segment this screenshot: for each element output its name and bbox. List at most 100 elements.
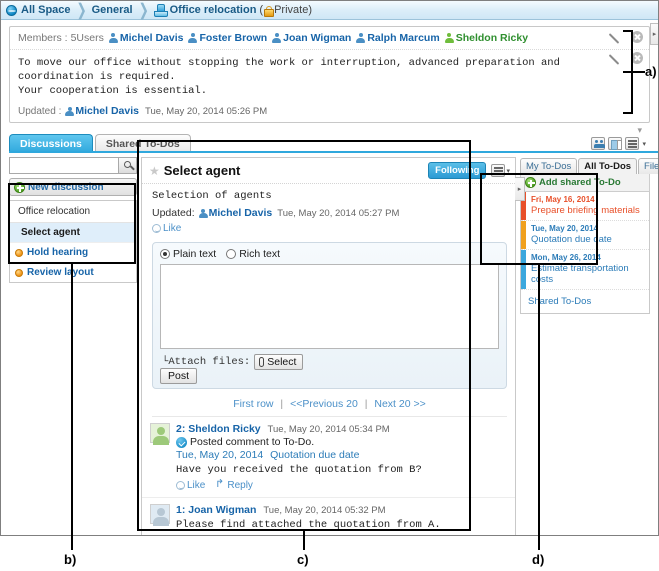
discussion-item-select-agent[interactable]: Select agent <box>10 223 136 243</box>
updated-label: Updated : <box>18 105 62 117</box>
chevron-down-icon[interactable]: ▾ <box>642 140 646 148</box>
edit-pencil-icon[interactable] <box>612 52 624 64</box>
comment-number: 1: <box>176 504 186 516</box>
discussions-sidebar: New discussion Office relocation Select … <box>9 157 137 283</box>
panel-collapse-handle[interactable]: ▸ <box>515 177 525 201</box>
select-file-button[interactable]: Select <box>254 354 304 370</box>
radio-label: Plain text <box>173 248 217 260</box>
following-button[interactable]: Following <box>428 162 487 179</box>
paperclip-icon <box>259 357 265 367</box>
comment-timestamp: Tue, May 20, 2014 05:34 PM <box>267 424 390 435</box>
like-label: Like <box>163 223 182 234</box>
todo-item[interactable]: Tue, May 20, 2014 Quotation due date <box>521 221 649 250</box>
member-name: Sheldon Ricky <box>455 32 529 44</box>
check-circle-icon <box>176 436 187 448</box>
avatar <box>150 504 170 526</box>
annotation-leader-c <box>303 531 305 550</box>
breadcrumb-label-office-relocation: Office relocation <box>169 4 257 16</box>
updated-by-link[interactable]: Michel Davis <box>65 105 139 117</box>
space-icon <box>153 4 168 17</box>
pager-first-row[interactable]: First row <box>233 398 273 410</box>
description-row-tools <box>612 52 643 64</box>
person-icon <box>198 208 208 218</box>
annotation-leader-a <box>623 71 645 73</box>
list-menu-icon[interactable] <box>625 137 640 150</box>
bullet-dot-icon <box>15 248 23 257</box>
pager-separator: | <box>364 398 368 410</box>
todo-item[interactable]: Fri, May 16, 2014 Prepare briefing mater… <box>521 192 649 221</box>
comment-meta: 1: Joan Wigman Tue, May 20, 2014 05:32 P… <box>176 504 507 516</box>
globe-icon <box>6 4 17 16</box>
pager-previous[interactable]: <<Previous 20 <box>290 398 358 410</box>
privacy-label: Private <box>274 4 309 16</box>
attachment-details-link[interactable]: [Details] <box>262 534 300 535</box>
comment-textarea[interactable] <box>160 264 499 349</box>
topic-updated-by-link[interactable]: Michel Davis <box>198 207 272 219</box>
search-input[interactable] <box>9 157 118 174</box>
discussion-group-title: Office relocation <box>10 201 136 223</box>
layout-panel-icon[interactable] <box>608 137 623 150</box>
close-icon[interactable] <box>631 52 643 64</box>
search-button[interactable] <box>118 157 137 174</box>
discussion-item-label: Hold hearing <box>27 247 89 258</box>
person-icon <box>356 33 366 43</box>
members-panel-icon[interactable] <box>591 137 606 150</box>
member-link[interactable]: Michel Davis <box>108 32 184 44</box>
reply-button[interactable]: Reply <box>215 480 253 491</box>
smiley-icon <box>152 224 161 233</box>
shared-todos-link[interactable]: Shared To-Dos <box>521 290 649 313</box>
format-radio-group: Plain text Rich text <box>160 248 499 260</box>
discussion-list: Office relocation Select agent Hold hear… <box>9 200 137 283</box>
comment-timestamp: Tue, May 20, 2014 05:32 PM <box>263 505 386 516</box>
comment-todo-reference[interactable]: Tue, May 20, 2014 Quotation due date <box>176 449 507 461</box>
discussion-detail-panel: ★ Select agent Following ▾ Selection of … <box>141 23 658 535</box>
breadcrumb: All Space ❯ General ❯ Office relocation … <box>1 1 658 20</box>
add-shared-todo-label: Add shared To-Do <box>539 177 621 188</box>
breadcrumb-item-office-relocation[interactable]: Office relocation ( Private ) <box>153 4 312 17</box>
members-row: Members : 5Users Michel Davis Foster Bro… <box>10 27 649 50</box>
discussion-item-hold-hearing[interactable]: Hold hearing <box>10 243 136 263</box>
close-icon[interactable] <box>631 31 643 43</box>
member-name: Michel Davis <box>119 32 184 44</box>
attach-files-row: └ Attach files: Select <box>160 354 499 370</box>
edit-pencil-icon[interactable] <box>612 31 624 43</box>
todo-item[interactable]: Mon, May 26, 2014 Estimate transportatio… <box>521 250 649 290</box>
tab-files[interactable]: Files <box>638 158 658 174</box>
comment-item: 2: Sheldon Ricky Tue, May 20, 2014 05:34… <box>142 417 515 498</box>
annotation-label-c: c) <box>297 552 309 567</box>
attachment-name[interactable]: Quotation.pdf <box>194 534 257 535</box>
annotation-leader-d <box>538 265 540 550</box>
breadcrumb-item-all-space[interactable]: All Space <box>6 4 71 16</box>
comment-todo-date: Tue, May 20, 2014 <box>176 449 264 461</box>
reply-arrow-icon <box>215 482 225 490</box>
star-icon[interactable]: ★ <box>149 164 160 178</box>
topic-menu-button[interactable]: ▾ <box>491 164 510 177</box>
like-button[interactable]: Like <box>152 223 181 234</box>
discussion-item-review-layout[interactable]: Review layout <box>10 263 136 282</box>
member-name: Ralph Marcum <box>367 32 440 44</box>
comment-author[interactable]: Joan Wigman <box>188 504 256 516</box>
pager-separator: | <box>280 398 284 410</box>
breadcrumb-item-general[interactable]: General <box>92 4 133 16</box>
todo-title: Estimate transportation costs <box>531 263 629 285</box>
radio-option-plain-text[interactable]: Plain text <box>160 248 216 260</box>
member-link[interactable]: Ralph Marcum <box>356 32 440 44</box>
content-area: New discussion Office relocation Select … <box>1 23 658 535</box>
post-button[interactable]: Post <box>160 368 198 384</box>
member-link[interactable]: Sheldon Ricky <box>444 32 529 44</box>
like-button[interactable]: Like <box>176 480 205 491</box>
panel-expand-handle[interactable]: ▸ <box>650 23 658 45</box>
member-link[interactable]: Foster Brown <box>188 32 267 44</box>
radio-option-rich-text[interactable]: Rich text <box>226 248 280 260</box>
todo-date: Tue, May 20, 2014 <box>531 224 598 233</box>
member-link[interactable]: Joan Wigman <box>272 32 351 44</box>
tab-my-to-dos[interactable]: My To-Dos <box>520 158 578 174</box>
tab-all-to-dos[interactable]: All To-Dos <box>578 158 638 174</box>
space-info-panel: Members : 5Users Michel Davis Foster Bro… <box>9 26 650 123</box>
add-shared-todo-button[interactable]: Add shared To-Do <box>520 174 650 192</box>
privacy-open-paren: ( <box>259 4 264 16</box>
smiley-icon <box>176 481 185 490</box>
new-discussion-button[interactable]: New discussion <box>9 178 137 196</box>
comment-author[interactable]: Sheldon Ricky <box>188 423 260 435</box>
pager-next[interactable]: Next 20 >> <box>374 398 425 410</box>
